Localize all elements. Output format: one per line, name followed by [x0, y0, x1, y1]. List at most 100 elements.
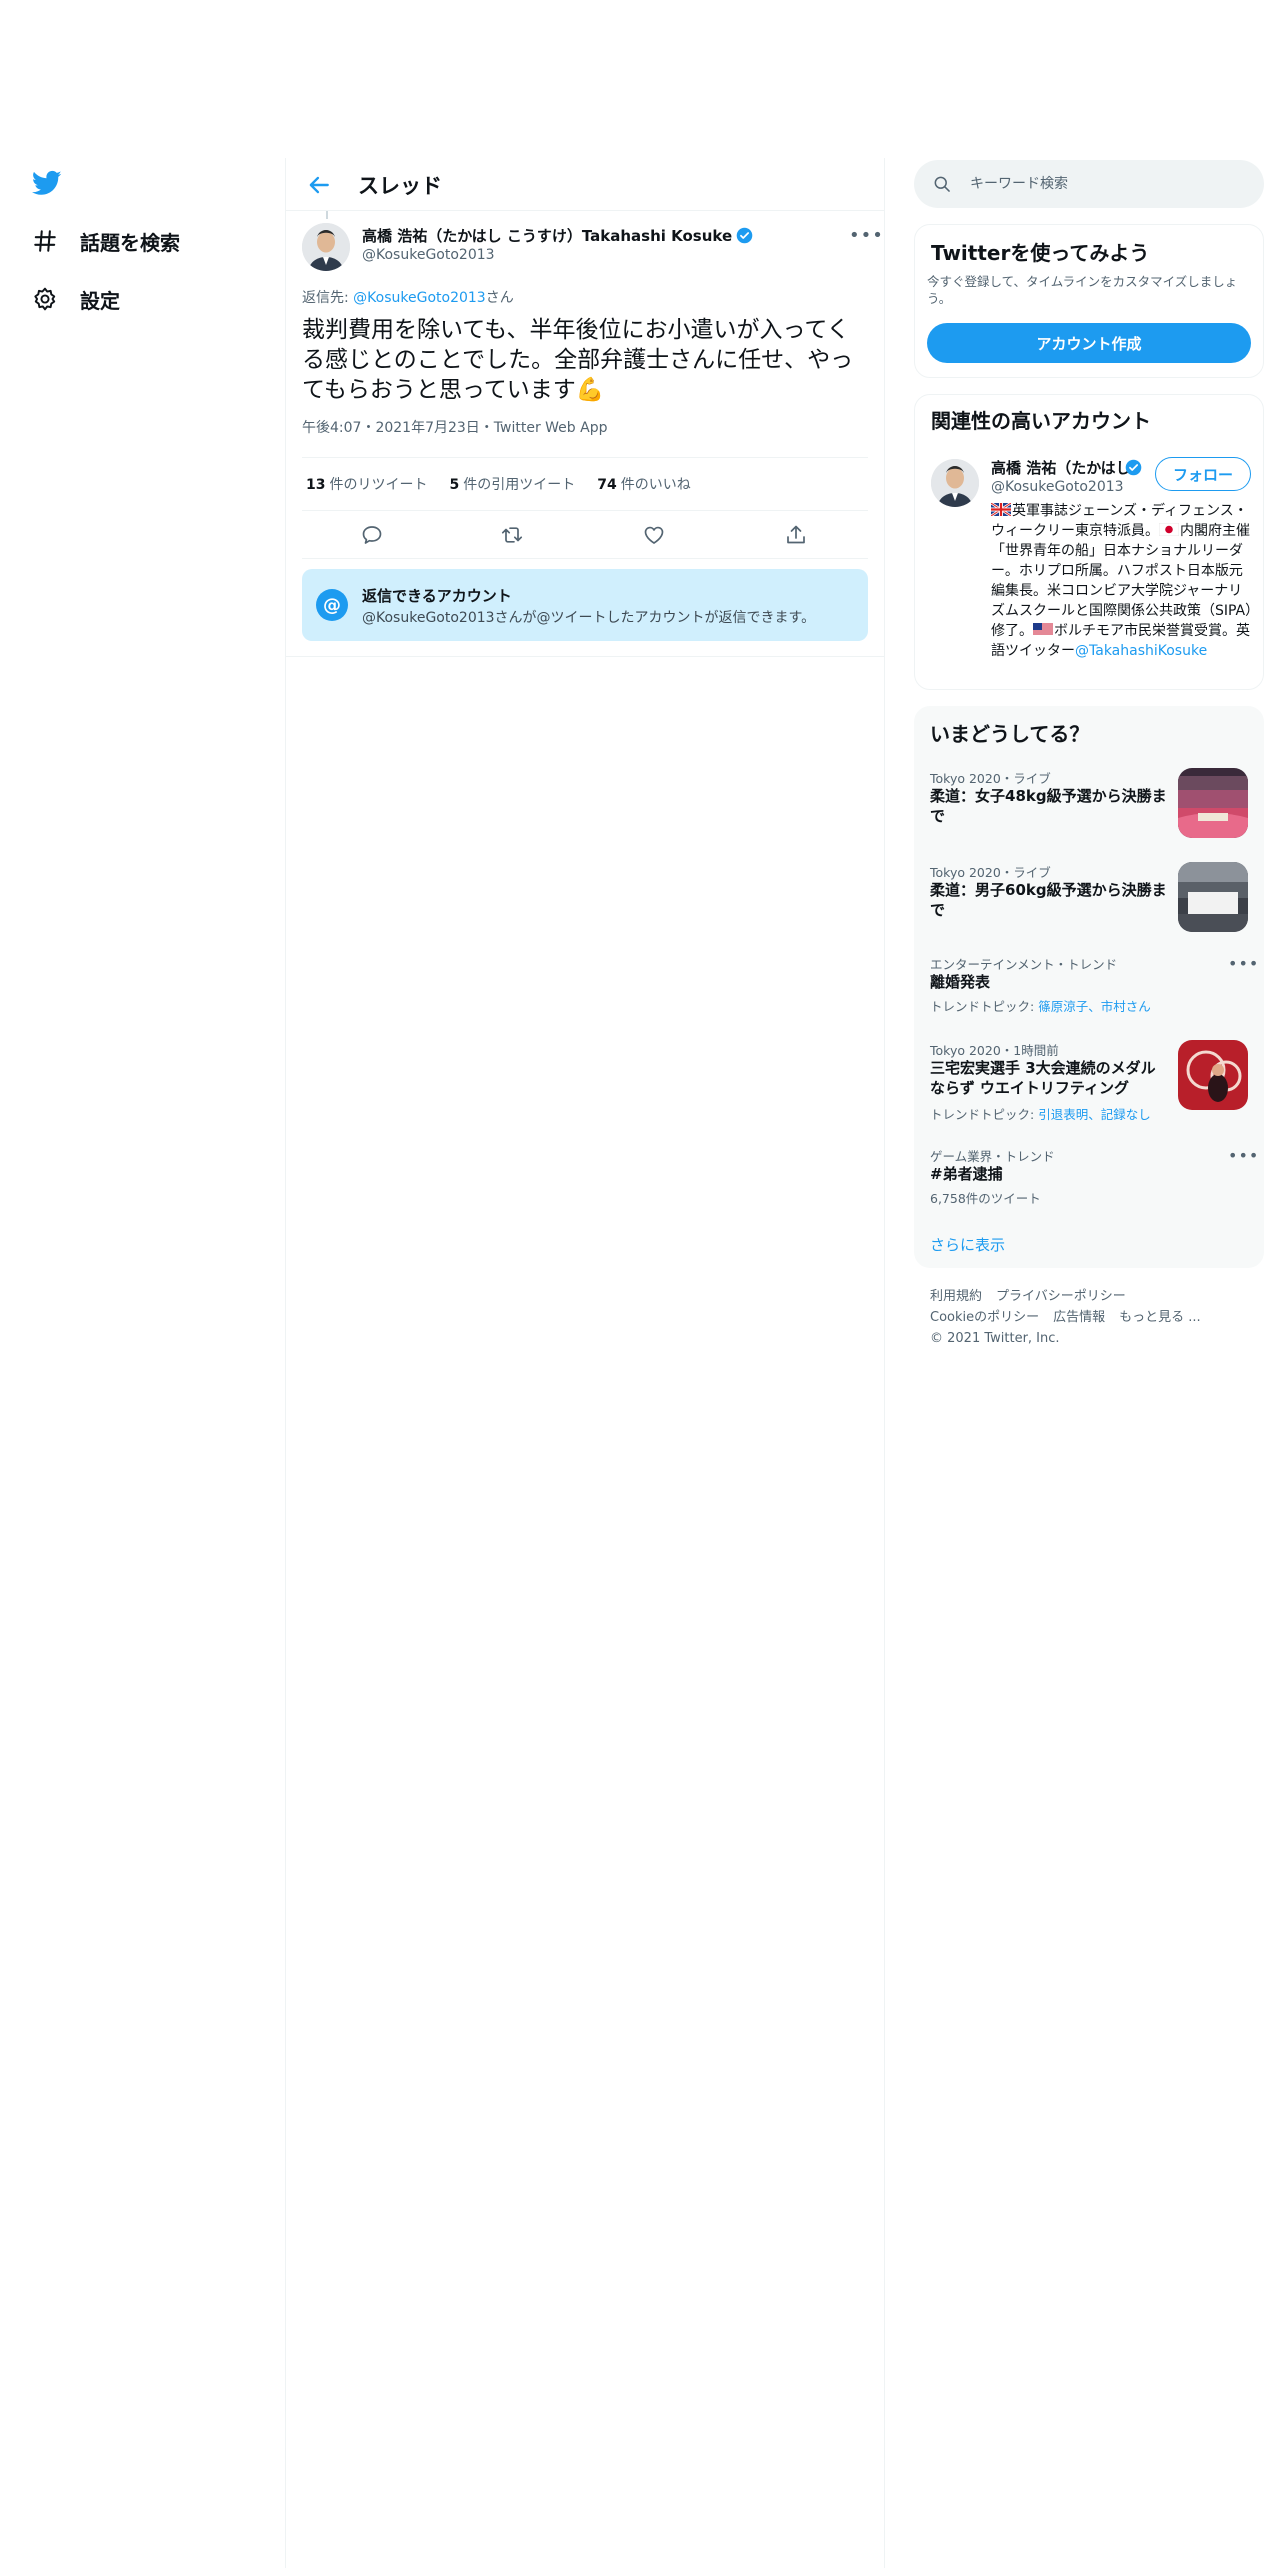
reply-to-prefix: 返信先: — [302, 290, 354, 306]
tweet: 高橋 浩祐（たかはし こうすけ）Takahashi Kosuke @Kosuke… — [286, 211, 884, 657]
related-account-bio: 英軍事誌ジェーンズ・ディフェンス・ウィークリー東京特派員。 内閣府主催「世界青年の… — [990, 501, 1253, 661]
reply-icon[interactable] — [360, 523, 384, 547]
signup-card: Twitterを使ってみよう 今すぐ登録して、タイムラインをカスタマイズしましょ… — [914, 224, 1264, 378]
trend-item[interactable]: Tokyo 2020・ライブ 柔道：男子60kg級予選から決勝まで — [914, 862, 1264, 942]
nav-item-label: 設定 — [80, 288, 120, 313]
trend-title: 柔道：女子48kg級予選から決勝まで — [930, 787, 1167, 825]
reply-to-suffix: さん — [485, 290, 514, 306]
reply-to-line: 返信先: @KosukeGoto2013さん — [302, 287, 514, 307]
stat-count: 74 — [597, 477, 617, 493]
related-account-name[interactable]: 高橋 浩祐（たかはし — [991, 457, 1141, 478]
follow-button[interactable]: フォロー — [1155, 457, 1251, 491]
stat-label: 件のいいね — [620, 477, 691, 493]
retweet-icon[interactable] — [500, 523, 524, 547]
tweet-actions — [302, 511, 868, 559]
avatar[interactable] — [302, 223, 350, 271]
share-icon[interactable] — [784, 523, 808, 547]
search-icon — [932, 174, 952, 194]
related-account-handle[interactable]: @KosukeGoto2013 — [991, 479, 1124, 495]
footer-link-terms[interactable]: 利用規約 — [930, 1289, 982, 1304]
footer-link-more[interactable]: もっと見る ... — [1119, 1310, 1201, 1325]
trend-category: Tokyo 2020・ライブ — [930, 771, 1051, 786]
trend-title: 三宅宏実選手 3大会連続のメダルならず ウエイトリフティング — [930, 1059, 1156, 1097]
author-handle[interactable]: @KosukeGoto2013 — [362, 247, 495, 263]
stat-label: 件の引用ツイート — [463, 477, 576, 493]
main-column: スレッド 高橋 浩祐（たかはし こうすけ）Takahashi Kosuke @K… — [285, 158, 885, 2568]
thread-header: スレッド — [286, 158, 884, 211]
trend-topics: トレンドトピック: 引退表明、記録なし — [930, 1104, 1151, 1123]
trend-item[interactable]: Tokyo 2020・ライブ 柔道：女子48kg級予選から決勝まで — [914, 768, 1264, 848]
avatar[interactable] — [931, 459, 979, 507]
stat-label: 件のリツイート — [329, 477, 428, 493]
trend-thumbnail-image — [1178, 768, 1248, 838]
show-more-link[interactable]: さらに表示 — [930, 1234, 1005, 1255]
related-accounts-card: 関連性の高いアカウント 高橋 浩祐（たかはし @KosukeGoto2013 フ… — [914, 394, 1264, 690]
footer: 利用規約 プライバシーポリシー Cookieのポリシー 広告情報 もっと見る ... … — [930, 1286, 1250, 1349]
trend-topics-links[interactable]: 引退表明、記録なし — [1038, 1107, 1151, 1122]
like-count-link[interactable]: 74 件のいいね — [597, 474, 690, 494]
more-options-icon[interactable]: ••• — [1228, 954, 1259, 973]
uk-flag-icon — [990, 501, 1012, 518]
trend-topics: トレンドトピック: 篠原涼子、市村さん — [930, 996, 1151, 1015]
trend-topics-links[interactable]: 篠原涼子、市村さん — [1038, 999, 1151, 1014]
trend-item[interactable]: ゲーム業界・トレンド #弟者逮捕 6,758件のツイート ••• — [914, 1146, 1264, 1216]
tweet-text: 裁判費用を除いても、半年後位にお小遣いが入ってくる感じとのことでした。全部弁護士… — [302, 317, 854, 403]
retweet-count-link[interactable]: 13 件のリツイート — [306, 474, 427, 494]
trend-category: Tokyo 2020・1時間前 — [930, 1043, 1059, 1058]
back-arrow-icon[interactable] — [306, 172, 332, 198]
trend-topics-prefix: トレンドトピック: — [930, 999, 1039, 1014]
footer-copyright: © 2021 Twitter, Inc. — [930, 1331, 1060, 1346]
trend-title: 離婚発表 — [930, 973, 991, 991]
page-title: スレッド — [358, 174, 442, 198]
footer-link-cookies[interactable]: Cookieのポリシー — [930, 1310, 1039, 1325]
trends-card: いまどうしてる？ Tokyo 2020・ライブ 柔道：女子48kg級予選から決勝… — [914, 706, 1264, 1268]
search-bar[interactable] — [914, 160, 1264, 208]
related-title: 関連性の高いアカウント — [931, 409, 1151, 433]
left-nav: 話題を検索 設定 — [0, 0, 285, 2568]
trend-item[interactable]: エンターテインメント・トレンド 離婚発表 トレンドトピック: 篠原涼子、市村さん… — [914, 954, 1264, 1034]
at-sign-icon: @ — [316, 589, 348, 621]
signup-title: Twitterを使ってみよう — [931, 241, 1150, 265]
more-options-icon[interactable]: ••• — [849, 225, 884, 246]
reply-to-mention-link[interactable]: @KosukeGoto2013 — [353, 290, 486, 306]
verified-badge-icon — [736, 227, 753, 244]
more-options-icon[interactable]: ••• — [1228, 1146, 1259, 1165]
trend-category: エンターテインメント・トレンド — [930, 957, 1118, 972]
tweet-stats: 13 件のリツイート 5 件の引用ツイート 74 件のいいね — [302, 457, 868, 511]
quote-count-link[interactable]: 5 件の引用ツイート — [449, 474, 575, 494]
footer-link-ads[interactable]: 広告情報 — [1053, 1310, 1105, 1325]
create-account-button[interactable]: アカウント作成 — [927, 323, 1251, 363]
author-name[interactable]: 高橋 浩祐（たかはし こうすけ）Takahashi Kosuke — [362, 225, 753, 246]
us-flag-icon — [1033, 622, 1053, 636]
nav-item-label: 話題を検索 — [80, 230, 180, 255]
japan-flag-icon — [1158, 522, 1180, 537]
trend-category: Tokyo 2020・ライブ — [930, 865, 1051, 880]
nav-item-explore[interactable]: 話題を検索 — [30, 219, 180, 263]
bio-mention-link[interactable]: @TakahashiKosuke — [1075, 643, 1207, 659]
twitter-logo-icon[interactable] — [30, 168, 64, 198]
reply-restriction-notice: @ 返信できるアカウント @KosukeGoto2013さんが@ツイートしたアカ… — [302, 569, 868, 641]
reply-restriction-title: 返信できるアカウント — [362, 587, 512, 605]
trend-category: ゲーム業界・トレンド — [930, 1149, 1055, 1164]
like-heart-icon[interactable] — [642, 523, 666, 547]
gear-icon — [30, 284, 60, 314]
verified-badge-icon — [1125, 459, 1142, 476]
bio-part-2: 内閣府主催「世界青年の船」日本ナショナルリーダー。ホリプロ所属。ハフポスト日本版… — [991, 523, 1253, 639]
stat-count: 13 — [306, 477, 326, 493]
tweet-timestamp[interactable]: 午後4:07・2021年7月23日・Twitter Web App — [302, 417, 607, 437]
thread-line — [326, 211, 328, 219]
author-name-text: 高橋 浩祐（たかはし こうすけ）Takahashi Kosuke — [362, 227, 733, 245]
footer-link-privacy[interactable]: プライバシーポリシー — [996, 1289, 1126, 1304]
hashtag-icon — [30, 226, 60, 256]
trend-tweet-count: 6,758件のツイート — [930, 1191, 1041, 1206]
trend-thumbnail-image — [1178, 862, 1248, 932]
trend-thumbnail-image — [1178, 1040, 1248, 1110]
stat-count: 5 — [449, 477, 460, 493]
nav-item-settings[interactable]: 設定 — [30, 277, 120, 321]
search-input[interactable] — [970, 172, 1240, 196]
trend-title: 柔道：男子60kg級予選から決勝まで — [930, 881, 1167, 919]
trend-title: #弟者逮捕 — [930, 1165, 1003, 1183]
trend-item[interactable]: Tokyo 2020・1時間前 三宅宏実選手 3大会連続のメダルならず ウエイト… — [914, 1040, 1264, 1130]
signup-subtitle: 今すぐ登録して、タイムラインをカスタマイズしましょう。 — [927, 274, 1238, 306]
trends-title: いまどうしてる？ — [930, 722, 1090, 746]
